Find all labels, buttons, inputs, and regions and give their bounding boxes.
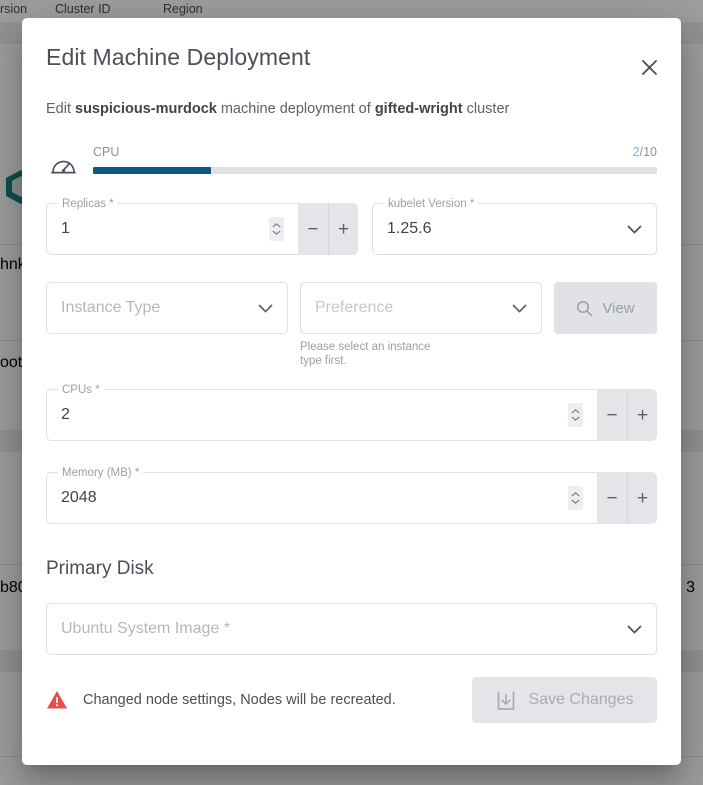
cpu-quota-track [93, 167, 657, 174]
dialog-body: CPU 2/10 Replicas * 1 [22, 145, 681, 655]
instance-type-placeholder: Instance Type [61, 298, 160, 318]
save-icon [496, 690, 516, 711]
primary-disk-section-title: Primary Disk [46, 556, 657, 582]
primary-disk-row: Ubuntu System Image * [46, 603, 657, 655]
preference-hint: Please select an instance type first. [300, 340, 450, 368]
subtitle-middle: machine deployment of [217, 101, 375, 117]
view-button-label: View [602, 300, 634, 317]
warning-triangle-icon [46, 690, 68, 710]
ubuntu-system-image-select[interactable]: Ubuntu System Image * [46, 603, 657, 655]
cpu-quota: CPU 2/10 [46, 145, 657, 185]
dialog-header: Edit Machine Deployment [22, 18, 681, 72]
cpus-value: 2 [61, 405, 70, 425]
replicas-input[interactable]: Replicas * 1 [46, 203, 298, 255]
search-icon [576, 300, 593, 317]
memory-decrement-button[interactable]: − [597, 472, 627, 524]
deployment-name: suspicious-murdock [75, 101, 217, 117]
memory-value: 2048 [61, 488, 97, 508]
memory-stepper: − + [597, 472, 657, 524]
memory-row: Memory (MB) * 2048 − + [46, 472, 657, 524]
cpu-quota-label: CPU [93, 145, 119, 159]
chevron-down-icon [512, 304, 527, 313]
kubelet-version-label: kubelet Version * [384, 197, 478, 211]
warning-text: Changed node settings, Nodes will be rec… [83, 692, 396, 708]
warning-message: Changed node settings, Nodes will be rec… [46, 690, 460, 710]
view-button[interactable]: View [554, 282, 657, 334]
save-changes-button[interactable]: Save Changes [472, 677, 657, 723]
replicas-number-spinner-icon[interactable] [269, 217, 284, 241]
cpu-quota-fill [93, 167, 211, 174]
save-changes-label: Save Changes [529, 691, 634, 709]
kubelet-version-select[interactable]: kubelet Version * 1.25.6 [372, 203, 657, 255]
subtitle-suffix: cluster [463, 101, 510, 117]
speedometer-icon [46, 151, 80, 181]
replicas-version-row: Replicas * 1 − + kubelet Version * 1.25.… [46, 203, 657, 255]
cluster-name: gifted-wright [375, 101, 463, 117]
cpu-quota-total: 10 [643, 145, 657, 159]
replicas-label: Replicas * [58, 197, 118, 211]
chevron-down-icon [627, 625, 642, 634]
memory-number-spinner-icon[interactable] [568, 486, 583, 510]
cpus-decrement-button[interactable]: − [597, 389, 627, 441]
replicas-value: 1 [61, 219, 70, 239]
chevron-down-icon [258, 304, 273, 313]
dialog-footer: Changed node settings, Nodes will be rec… [22, 655, 681, 723]
cpus-number-spinner-icon[interactable] [568, 403, 583, 427]
preference-select[interactable]: Preference [300, 282, 542, 334]
replicas-decrement-button[interactable]: − [298, 203, 328, 255]
edit-machine-deployment-dialog: Edit Machine Deployment Edit suspicious-… [22, 18, 681, 765]
close-button[interactable] [634, 52, 664, 82]
cpu-quota-value: 2/10 [633, 145, 657, 159]
cpus-row: CPUs * 2 − + [46, 389, 657, 441]
memory-label: Memory (MB) * [58, 466, 143, 480]
cpus-stepper: − + [597, 389, 657, 441]
preference-placeholder: Preference [315, 298, 393, 318]
ubuntu-system-image-placeholder: Ubuntu System Image * [61, 619, 230, 639]
cpus-input[interactable]: CPUs * 2 [46, 389, 597, 441]
cpu-quota-used: 2 [633, 145, 640, 159]
dialog-subtitle: Edit suspicious-murdock machine deployme… [22, 72, 681, 119]
cpus-label: CPUs * [58, 383, 104, 397]
instance-type-row: Instance Type Preference Please select a… [46, 282, 657, 368]
replicas-increment-button[interactable]: + [328, 203, 358, 255]
instance-type-select[interactable]: Instance Type [46, 282, 288, 334]
memory-increment-button[interactable]: + [627, 472, 657, 524]
chevron-down-icon [627, 225, 642, 234]
close-icon [641, 59, 658, 76]
subtitle-prefix: Edit [46, 101, 75, 117]
cpus-increment-button[interactable]: + [627, 389, 657, 441]
page-title: Edit Machine Deployment [46, 42, 657, 72]
replicas-stepper: − + [298, 203, 358, 255]
memory-input[interactable]: Memory (MB) * 2048 [46, 472, 597, 524]
kubelet-version-value: 1.25.6 [387, 219, 431, 239]
